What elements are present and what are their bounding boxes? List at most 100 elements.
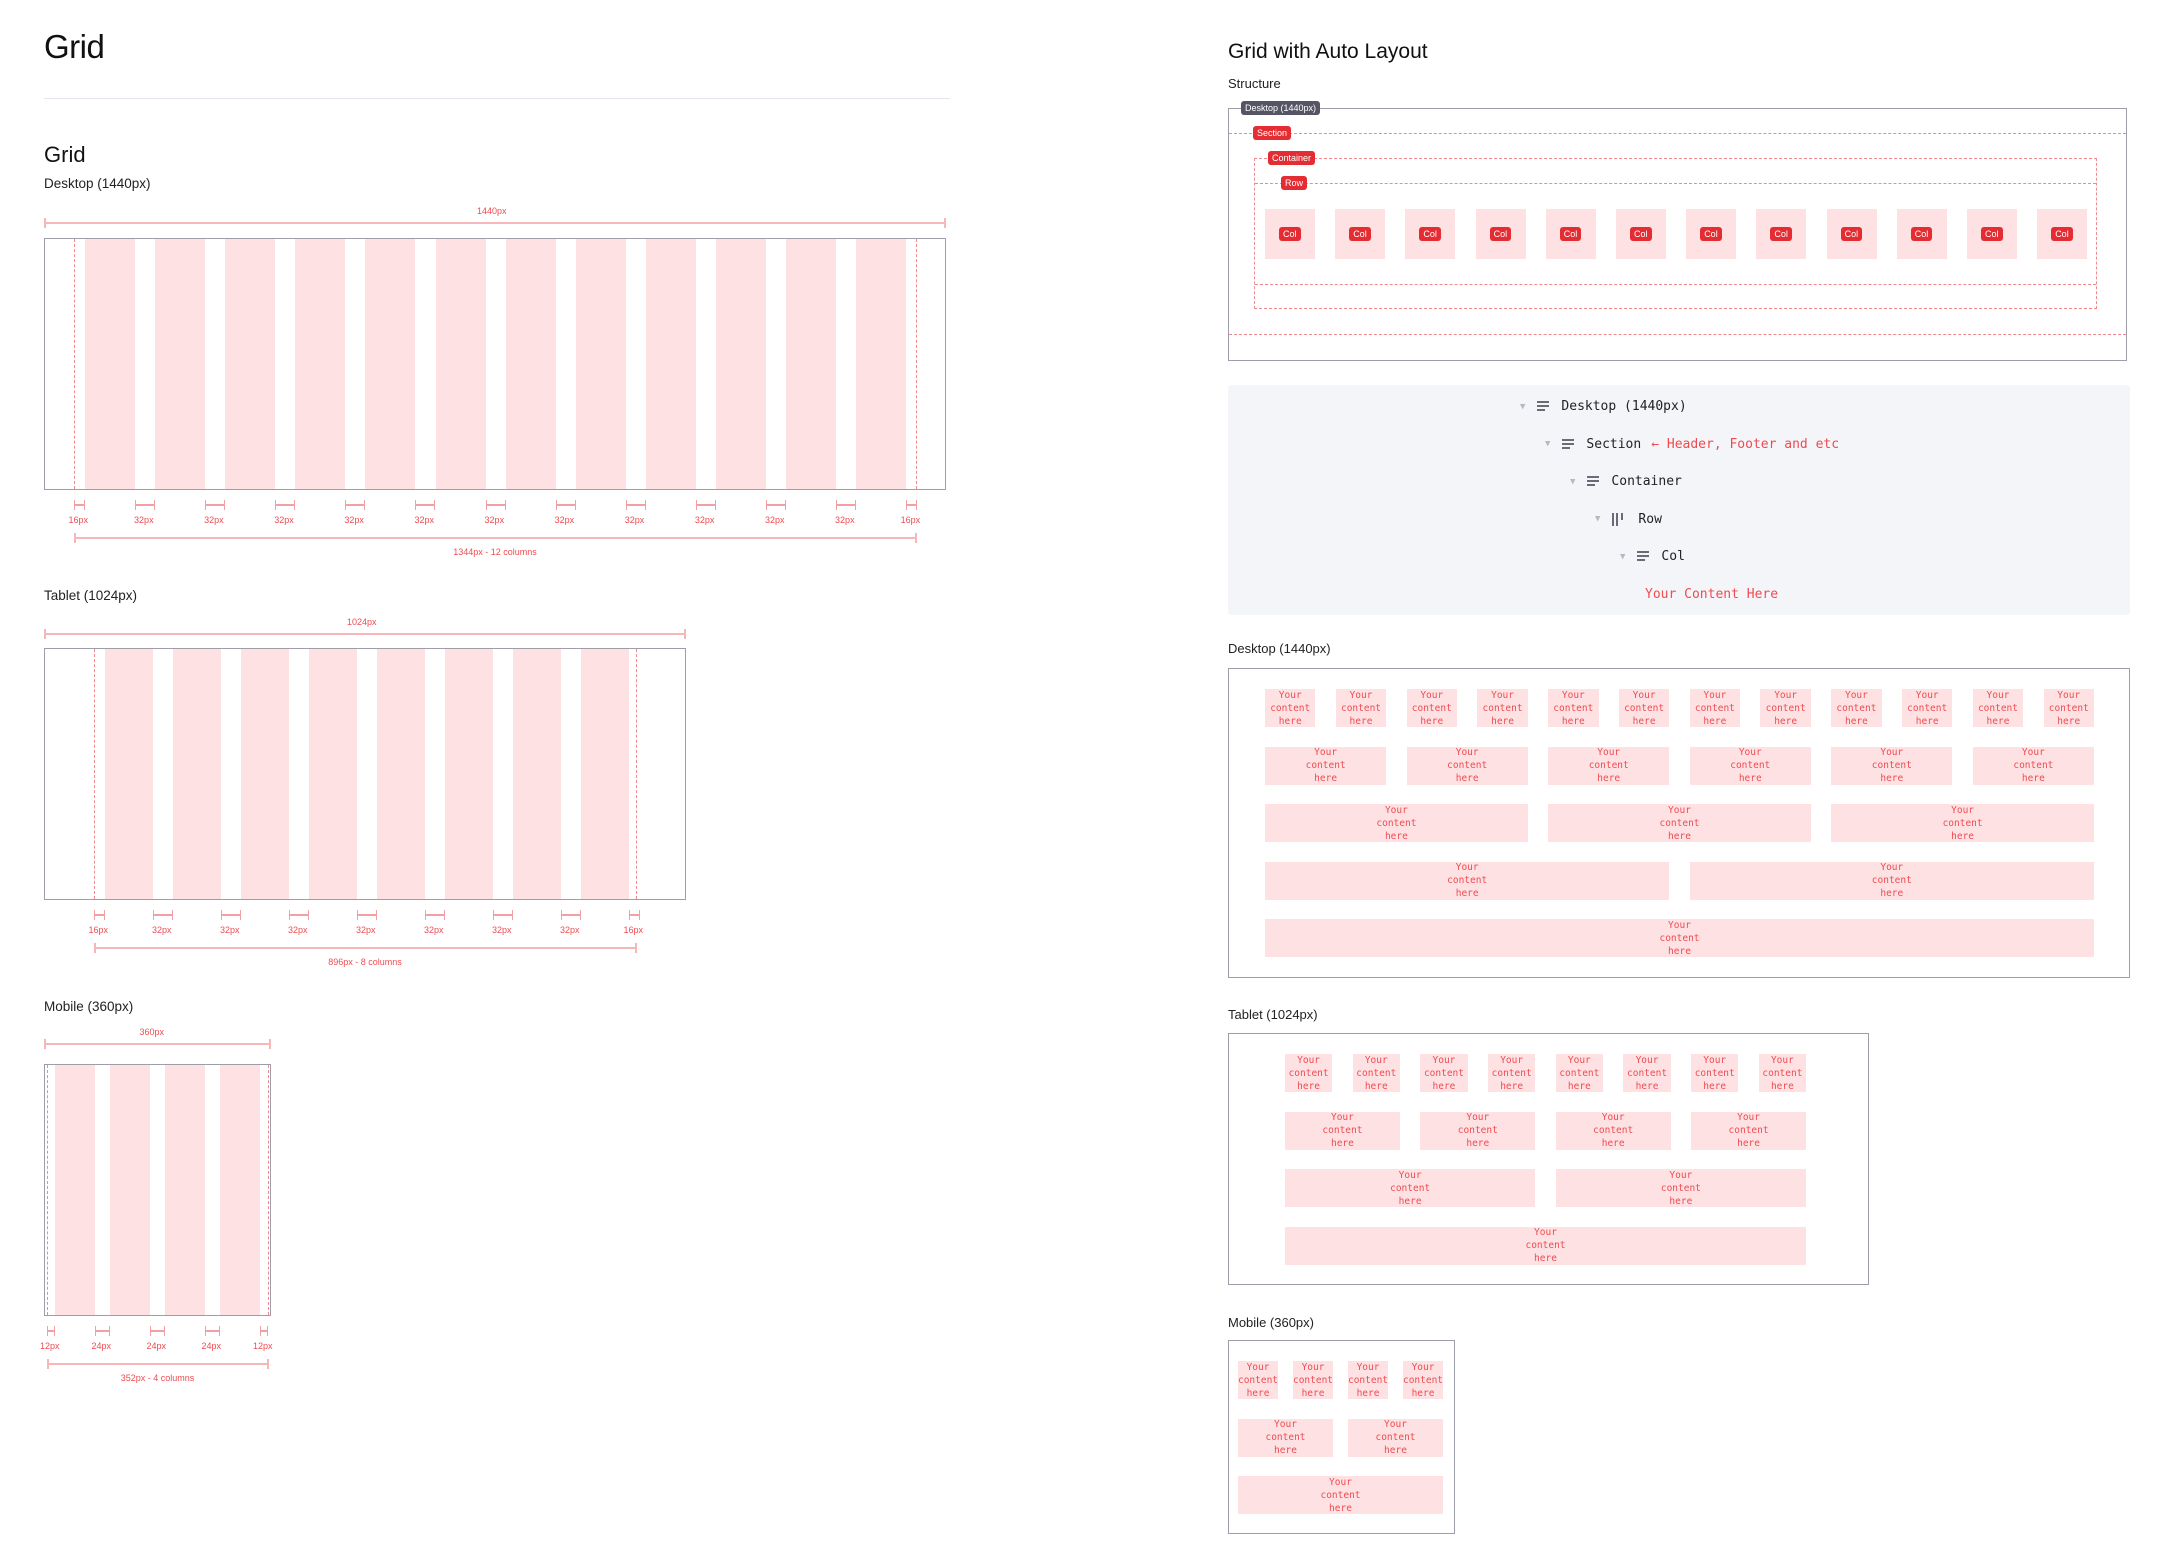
content-dimension-line — [74, 537, 916, 539]
content-box: Your content here — [1831, 804, 2094, 842]
align-left-icon — [1537, 401, 1550, 412]
content-box: Your content here — [1285, 1111, 1400, 1150]
gap-marker — [357, 910, 377, 920]
gap-label: 32px — [492, 925, 512, 935]
gap-label: 12px — [253, 1341, 273, 1351]
gap-label: 32px — [204, 515, 224, 525]
width-dimension-label: 1024px — [347, 617, 377, 627]
page-title: Grid — [44, 28, 105, 65]
content-box: Your content here — [1335, 689, 1387, 727]
gap-marker — [289, 910, 309, 920]
gap-marker — [906, 500, 918, 510]
al-tablet-label: Tablet (1024px) — [1228, 1007, 1318, 1022]
grid-column — [715, 239, 766, 489]
col-tag: Col — [1840, 227, 1863, 241]
gap-label: 32px — [835, 515, 855, 525]
dimension-cap-left — [74, 533, 76, 543]
col-tag: Col — [1910, 227, 1933, 241]
align-left-icon — [1562, 438, 1575, 450]
gap-marker — [150, 1326, 165, 1336]
content-box: Your content here — [1555, 1111, 1671, 1150]
gap-label: 32px — [560, 925, 580, 935]
content-box: Your content here — [1691, 1054, 1739, 1092]
col-tag: Col — [1349, 227, 1371, 241]
col-tag: Col — [1630, 227, 1652, 241]
gap-label: 32px — [220, 925, 240, 935]
col-tag: Col — [1489, 227, 1512, 241]
content-box: Your content here — [1689, 746, 1811, 785]
layer-item[interactable]: ▼ Container — [1570, 474, 1682, 489]
col-tag: Col — [1700, 227, 1722, 241]
collapse-triangle-icon[interactable]: ▼ — [1620, 552, 1625, 562]
grid-column — [220, 1065, 260, 1315]
gap-marker — [221, 910, 241, 920]
gap-label: 32px — [624, 515, 645, 525]
content-box: Your content here — [1265, 861, 1670, 900]
grid-column — [165, 1065, 205, 1315]
content-edge-right — [636, 649, 637, 899]
grid-column — [365, 239, 416, 489]
gap-marker — [47, 1326, 55, 1336]
gap-label: 32px — [134, 515, 154, 525]
gap-label: 16px — [623, 925, 644, 935]
row-top-line — [1255, 183, 2096, 184]
content-box: Your content here — [1758, 1054, 1806, 1092]
layer-note: ← Header, Footer and etc — [1651, 436, 1840, 452]
section-tag: Section — [1253, 126, 1292, 140]
al-mobile-label: Mobile (360px) — [1228, 1315, 1314, 1330]
layer-name: Container — [1611, 474, 1682, 489]
grid-column — [645, 239, 696, 489]
grid-column — [575, 239, 626, 489]
collapse-triangle-icon[interactable]: ▼ — [1595, 514, 1600, 524]
layer-item[interactable]: ▼ Section ← Header, Footer and etc — [1545, 437, 1839, 452]
content-box: Your content here — [1831, 746, 1953, 785]
content-box: Your content here — [1972, 746, 2094, 785]
dimension-cap-right — [267, 1359, 269, 1369]
dimension-cap-right — [915, 533, 917, 543]
dimension-cap-right — [684, 629, 686, 639]
gap-marker — [561, 910, 581, 920]
grid-column — [377, 649, 425, 899]
gap-label: 32px — [554, 515, 575, 525]
col-tag: Col — [1279, 227, 1301, 241]
grid-column — [110, 1065, 150, 1315]
collapse-triangle-icon[interactable]: ▼ — [1570, 477, 1575, 487]
dimension-cap-right — [944, 218, 946, 228]
grid-column — [581, 649, 629, 899]
layer-item[interactable]: ▼ Row — [1595, 512, 1662, 527]
gap-marker — [836, 500, 857, 510]
gap-marker — [425, 910, 445, 920]
gap-marker — [765, 500, 786, 510]
content-box: Your content here — [1237, 1361, 1279, 1399]
content-box: Your content here — [1760, 689, 1811, 727]
grid-column — [445, 649, 493, 899]
gap-label: 32px — [344, 515, 364, 525]
grid-column — [295, 239, 346, 489]
grid-column — [505, 239, 556, 489]
grid-column — [241, 649, 289, 899]
width-dimension-line — [44, 1043, 271, 1045]
grid-column — [105, 649, 153, 899]
content-box: Your content here — [1548, 746, 1670, 785]
collapse-triangle-icon[interactable]: ▼ — [1545, 439, 1550, 449]
gap-marker — [493, 910, 513, 920]
content-edge-right — [916, 239, 917, 489]
gap-label: 32px — [288, 925, 308, 935]
content-edge-left — [74, 239, 75, 489]
layer-name: Desktop (1440px) — [1561, 399, 1687, 414]
layer-item[interactable]: ▼ Desktop (1440px) — [1520, 399, 1687, 414]
content-edge-left — [47, 1065, 48, 1315]
content-box: Your content here — [1420, 1111, 1536, 1150]
col-tag: Col — [2051, 227, 2073, 241]
content-box: Your content here — [1691, 1111, 1806, 1150]
gap-marker — [205, 500, 226, 510]
collapse-triangle-icon[interactable]: ▼ — [1520, 402, 1525, 412]
gap-label: 32px — [274, 515, 294, 525]
content-box: Your content here — [1420, 1054, 1468, 1092]
content-box: Your content here — [1406, 746, 1528, 785]
content-box: Your content here — [1238, 1418, 1333, 1457]
container-tag: Container — [1268, 151, 1316, 165]
layer-item[interactable]: ▼ Col — [1620, 549, 1685, 564]
content-edge-left — [94, 649, 95, 899]
content-box: Your content here — [1477, 689, 1528, 727]
